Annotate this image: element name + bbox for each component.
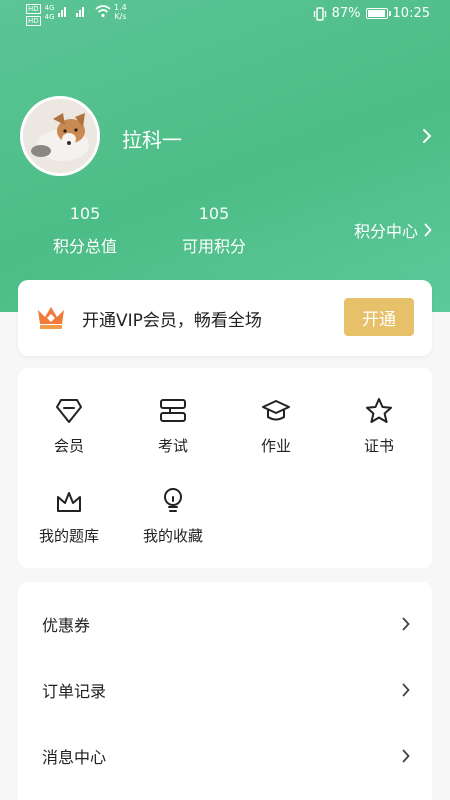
- network-indicators: HD HD 4G 4G: [26, 4, 111, 28]
- stat-total-points[interactable]: 105 积分总值: [45, 204, 125, 257]
- crown-icon: [38, 307, 64, 329]
- dog-avatar-image: [23, 99, 97, 173]
- vip-open-button[interactable]: 开通: [344, 298, 414, 336]
- chevron-right-icon: [402, 749, 410, 763]
- chevron-right-icon: [402, 617, 410, 631]
- grid-item-favorites[interactable]: 我的收藏: [128, 486, 218, 546]
- graduation-cap-icon: [262, 400, 290, 421]
- feature-grid: 会员 考试 作业 证书 我的题库 我的收藏: [18, 368, 432, 568]
- clock: 10:25: [392, 6, 430, 21]
- menu-item-coupons[interactable]: 优惠券: [18, 592, 432, 656]
- vip-promo-text: 开通VIP会员，畅看全场: [82, 311, 262, 331]
- stat-value: 105: [198, 204, 230, 223]
- grid-item-label: 作业: [260, 437, 291, 455]
- points-center-label: 积分中心: [353, 222, 418, 241]
- grid-item-member[interactable]: 会员: [24, 396, 114, 456]
- grid-item-label: 我的收藏: [142, 527, 203, 545]
- basket-icon: [57, 492, 81, 512]
- username[interactable]: 拉科一: [122, 124, 182, 153]
- grid-item-label: 会员: [53, 437, 84, 455]
- network-speed: 1.4 K/s: [114, 3, 127, 21]
- points-center-link[interactable]: 积分中心: [354, 218, 432, 242]
- menu-item-messages[interactable]: 消息中心: [18, 724, 432, 788]
- vip-banner: 开通VIP会员，畅看全场 开通: [18, 280, 432, 356]
- hd-badge: HD: [26, 4, 41, 14]
- grid-item-label: 考试: [157, 437, 188, 455]
- grid-item-label: 我的题库: [38, 527, 99, 545]
- grid-item-exam[interactable]: 考试: [128, 396, 218, 456]
- grid-item-question-bank[interactable]: 我的题库: [24, 486, 114, 546]
- vibrate-icon: [313, 6, 326, 21]
- menu-item-orders[interactable]: 订单记录: [18, 658, 432, 722]
- battery-percent: 87%: [331, 6, 361, 21]
- grid-item-label: 证书: [363, 437, 394, 455]
- exam-icon: [160, 399, 186, 422]
- bulb-icon: [164, 488, 182, 512]
- menu-item-label: 订单记录: [42, 682, 107, 701]
- menu-list: 优惠券 订单记录 消息中心: [18, 582, 432, 800]
- grid-item-certificate[interactable]: 证书: [334, 396, 424, 456]
- diamond-icon: [56, 399, 82, 423]
- star-icon: [366, 398, 392, 423]
- chevron-right-icon: [402, 683, 410, 697]
- chevron-right-icon[interactable]: [422, 128, 432, 144]
- battery-icon: [365, 8, 391, 19]
- stat-value: 105: [69, 204, 101, 223]
- chevron-right-icon: [424, 223, 432, 237]
- wifi-icon: [95, 5, 111, 18]
- hd-badge: HD: [26, 16, 41, 26]
- stat-available-points[interactable]: 105 可用积分: [174, 204, 254, 257]
- menu-item-label: 优惠券: [42, 616, 91, 635]
- signal-icon: [57, 7, 84, 17]
- grid-item-homework[interactable]: 作业: [231, 396, 321, 456]
- avatar[interactable]: [20, 96, 100, 176]
- network-type: 4G: [44, 13, 55, 21]
- stat-label: 可用积分: [181, 237, 246, 256]
- menu-item-label: 消息中心: [42, 748, 107, 767]
- status-right: 87% 10:25: [313, 6, 430, 21]
- network-type: 4G: [44, 4, 55, 12]
- stat-label: 积分总值: [52, 237, 117, 256]
- status-bar: HD HD 4G 4G 1.4 K/s 87% 10:25: [0, 0, 450, 30]
